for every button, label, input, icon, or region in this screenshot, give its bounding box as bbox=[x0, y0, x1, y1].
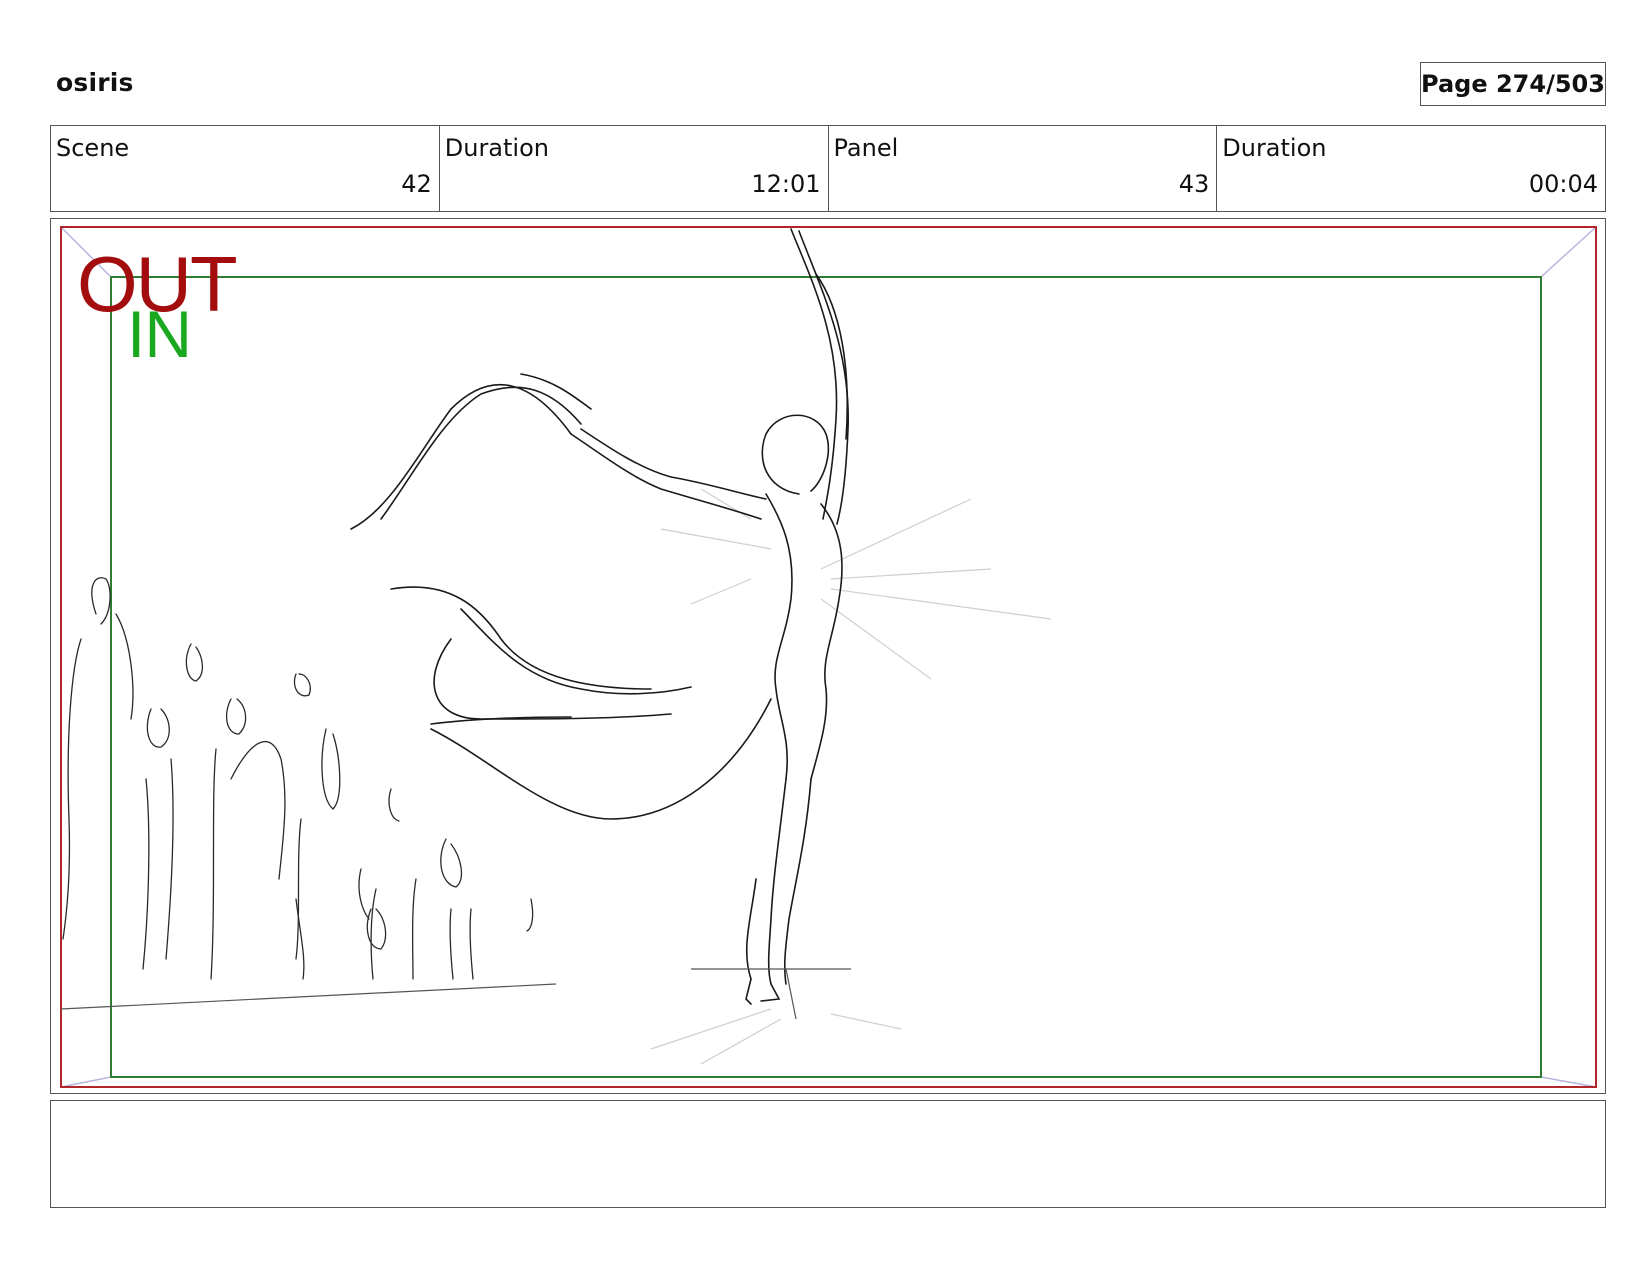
panel-cell: Panel 43 bbox=[829, 126, 1218, 211]
scene-label: Scene bbox=[56, 134, 130, 162]
panel-duration-value: 00:04 bbox=[1528, 170, 1598, 198]
in-label: IN bbox=[127, 297, 192, 371]
light-rays bbox=[650, 488, 1052, 1065]
project-title: osiris bbox=[56, 68, 134, 97]
panel-notes[interactable] bbox=[50, 1100, 1606, 1208]
panel-value: 43 bbox=[1178, 170, 1210, 198]
panel-duration-label: Duration bbox=[1222, 134, 1327, 162]
panel-label: Panel bbox=[833, 134, 899, 162]
stage-floor bbox=[60, 968, 851, 1020]
in-frame bbox=[110, 276, 1542, 1078]
dancer-sketch bbox=[350, 228, 849, 1005]
scene-cell: Scene 42 bbox=[51, 126, 440, 211]
panel-drawing bbox=[60, 226, 1597, 1088]
scene-duration-label: Duration bbox=[444, 134, 549, 162]
panel-info-table: Scene 42 Duration 12:01 Panel 43 Duratio… bbox=[50, 125, 1606, 212]
corner-guides bbox=[60, 226, 1597, 1088]
storyboard-panel: OUT IN bbox=[50, 218, 1606, 1094]
page-indicator: Page 274/503 bbox=[1420, 62, 1606, 106]
scene-duration-cell: Duration 12:01 bbox=[440, 126, 829, 211]
crowd-sketch bbox=[62, 577, 534, 980]
panel-duration-cell: Duration 00:04 bbox=[1217, 126, 1605, 211]
scene-value: 42 bbox=[401, 170, 432, 198]
scene-duration-value: 12:01 bbox=[751, 170, 821, 198]
out-frame bbox=[60, 226, 1597, 1088]
